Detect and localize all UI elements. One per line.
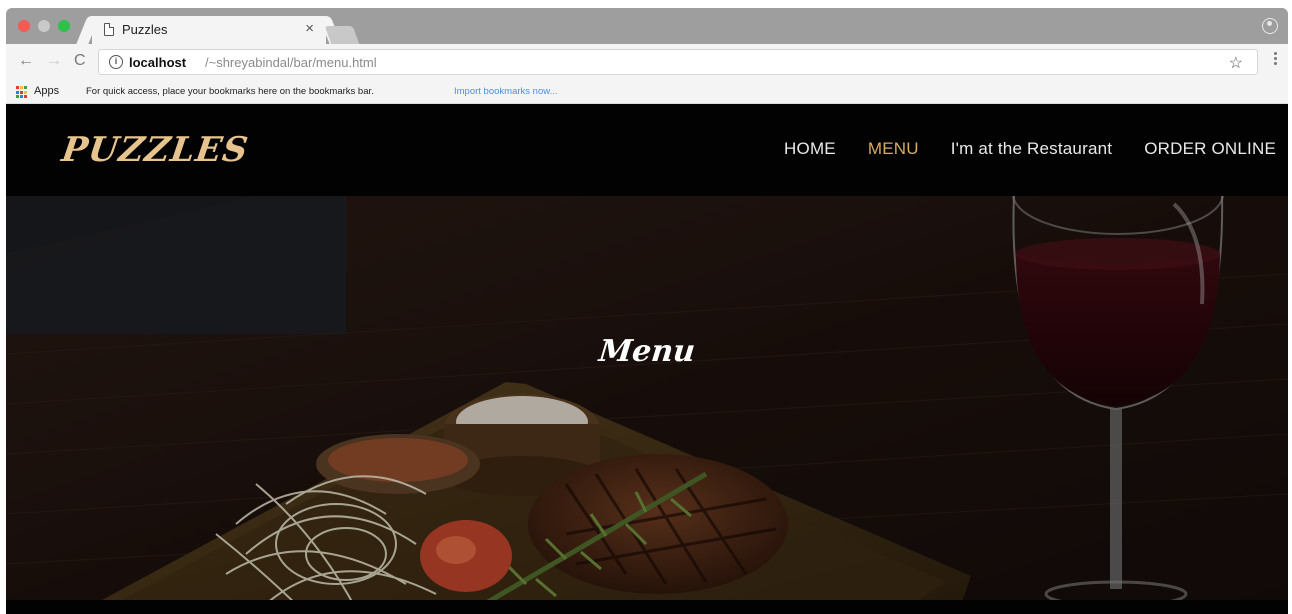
bookmarks-hint: For quick access, place your bookmarks h… <box>86 86 374 97</box>
address-bar[interactable]: i localhost /~shreyabindal/bar/menu.html… <box>98 49 1258 75</box>
tab-strip: Puzzles × <box>6 8 1288 44</box>
import-bookmarks-link[interactable]: Import bookmarks now... <box>454 86 557 97</box>
url-path: /~shreyabindal/bar/menu.html <box>205 55 377 70</box>
new-tab-button[interactable] <box>324 26 360 44</box>
close-tab-icon[interactable]: × <box>305 20 314 37</box>
close-window-button[interactable] <box>18 20 30 32</box>
page-icon <box>104 23 114 36</box>
forward-arrow-icon[interactable]: → <box>46 52 62 70</box>
nav-restaurant[interactable]: I'm at the Restaurant <box>951 139 1112 159</box>
browser-menu-icon[interactable] <box>1274 52 1278 68</box>
page-bottom-bar <box>6 600 1288 614</box>
browser-window: Puzzles × ← → C i localhost /~shreyabind… <box>0 0 1292 614</box>
nav-menu[interactable]: MENU <box>868 139 919 159</box>
nav-order-online[interactable]: ORDER ONLINE <box>1144 139 1276 159</box>
site-header: PUZZLES HOME MENU I'm at the Restaurant … <box>6 104 1288 196</box>
hero-title: Menu <box>597 334 697 369</box>
maximize-window-button[interactable] <box>58 20 70 32</box>
apps-link[interactable]: Apps <box>34 85 59 97</box>
main-nav: HOME MENU I'm at the Restaurant ORDER ON… <box>784 139 1276 159</box>
site-logo[interactable]: PUZZLES <box>59 130 251 170</box>
bookmarks-bar: Apps For quick access, place your bookma… <box>6 82 1288 104</box>
url-host: localhost <box>129 55 187 70</box>
nav-home[interactable]: HOME <box>784 139 836 159</box>
tab-title: Puzzles <box>122 22 168 37</box>
apps-icon[interactable] <box>16 86 29 99</box>
web-page: PUZZLES HOME MENU I'm at the Restaurant … <box>6 104 1288 614</box>
profile-icon[interactable] <box>1262 18 1278 34</box>
browser-toolbar: ← → C i localhost /~shreyabindal/bar/men… <box>6 44 1288 82</box>
minimize-window-button[interactable] <box>38 20 50 32</box>
back-arrow-icon[interactable]: ← <box>18 52 34 70</box>
browser-tab[interactable]: Puzzles × <box>92 16 326 44</box>
reload-icon[interactable]: C <box>74 52 86 70</box>
info-icon[interactable]: i <box>109 55 123 69</box>
bookmark-star-icon[interactable]: ☆ <box>1229 53 1243 73</box>
